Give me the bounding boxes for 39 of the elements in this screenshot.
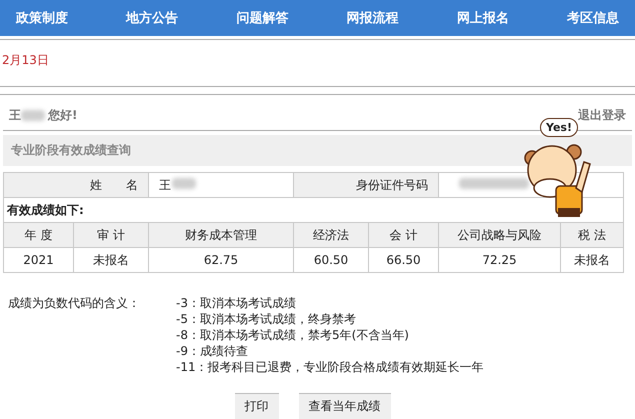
nav-link[interactable]: 网报流程 — [346, 9, 399, 27]
name-value: 王 — [148, 172, 294, 198]
legend-item: -8：取消本场考试成绩，禁考5年(不含当年) — [176, 327, 410, 343]
table-cell: 60.50 — [294, 248, 368, 272]
nav-link[interactable]: 考区信息 — [566, 9, 619, 27]
nav-link[interactable]: 政策制度 — [16, 9, 68, 27]
column-header: 公司战略与风险 — [438, 222, 560, 248]
legend-item: -3：取消本场考试成绩 — [176, 295, 297, 311]
nav-link[interactable]: 问题解答 — [236, 9, 288, 27]
table-cell: 66.50 — [368, 248, 438, 272]
column-header: 会 计 — [368, 222, 438, 248]
legend-item: -11：报考科目已退费，专业阶段合格成绩有效期延长一年 — [176, 359, 484, 375]
legend-item: -5：取消本场考试成绩，终身禁考 — [176, 311, 357, 327]
nav-link[interactable]: 地方公告 — [126, 9, 178, 27]
column-header: 税 法 — [560, 222, 624, 248]
legend-item: -9：成绩待查 — [176, 343, 249, 359]
id-label: 身份证件号码 — [294, 172, 438, 198]
greeting-text: 您好! — [48, 107, 78, 124]
column-header: 审 计 — [74, 222, 148, 248]
user-name: 王 — [9, 107, 21, 124]
name-label: 姓 名 — [4, 172, 148, 198]
blurred-text — [21, 110, 45, 121]
table-cell: 72.25 — [438, 248, 560, 272]
logout-link[interactable]: 退出登录 — [578, 107, 626, 124]
action-button[interactable]: 打印 — [234, 393, 278, 419]
section-title: 专业阶段有效成绩查询 — [11, 142, 131, 159]
column-header: 经济法 — [294, 222, 368, 248]
column-header: 财务成本管理 — [148, 222, 294, 248]
nav-link[interactable]: 网上报名 — [456, 9, 509, 27]
table-cell: 2021 — [4, 248, 74, 272]
table-cell: 未报名 — [560, 248, 624, 272]
date-text: 2月13日 — [1, 52, 50, 69]
action-button[interactable]: 查看当年成绩 — [298, 393, 390, 419]
speech-bubble: Yes! — [540, 118, 578, 137]
table-cell: 未报名 — [74, 248, 148, 272]
column-header: 年 度 — [4, 222, 74, 248]
blurred-text — [459, 178, 529, 189]
legend-label: 成绩为负数代码的含义： — [8, 295, 141, 312]
table-cell: 62.75 — [148, 248, 294, 272]
